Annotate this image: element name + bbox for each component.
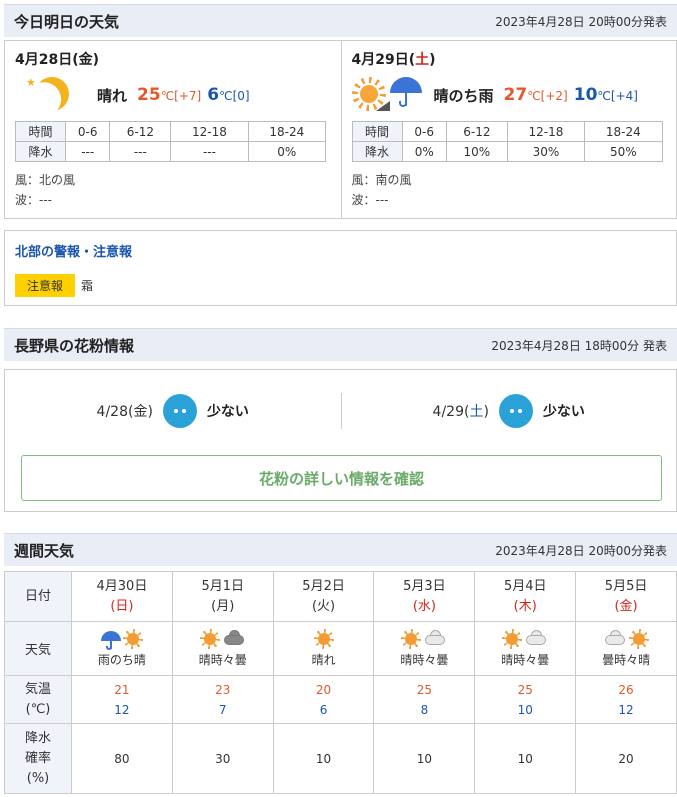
warnings-title-link[interactable]: 北部の警報・注意報 xyxy=(15,241,666,260)
week-weather-cell: 曇時々晴 xyxy=(575,621,677,676)
week-date-cell: 5月2日 (火) xyxy=(272,571,375,622)
sun-icon xyxy=(629,629,650,649)
pollen-day: 4/28(金) 少ない xyxy=(5,394,341,428)
week-date-cell: 5月4日 (木) xyxy=(474,571,577,622)
cloud-icon xyxy=(603,629,627,647)
forecast-date: 4月28日(金) xyxy=(15,52,100,68)
pollen-details-button[interactable]: 花粉の詳しい情報を確認 xyxy=(21,455,662,501)
week-temp-cell: 26 12 xyxy=(575,675,677,724)
pollen-level: 少ない xyxy=(542,404,585,420)
today-section-title: 今日明日の天気 xyxy=(14,12,120,31)
week-pop-cell: 80 xyxy=(71,723,173,794)
week-weather-cell: 晴時々曇 xyxy=(373,621,476,676)
week-temp-cell: 21 12 xyxy=(71,675,173,724)
week-temp-cell: 25 8 xyxy=(373,675,476,724)
pollen-level: 少ない xyxy=(206,404,249,420)
pollen-date: 4/29(土) xyxy=(432,404,489,420)
week-weather-cell: 晴時々曇 xyxy=(171,621,274,676)
today-section-header: 今日明日の天気 2023年4月28日 20時00分発表 xyxy=(4,4,677,37)
week-date-cell: 5月1日 (月) xyxy=(171,571,274,622)
forecast-dow: 金 xyxy=(78,52,93,68)
week-pop-cell: 10 xyxy=(373,723,476,794)
forecast-day-today: 4月28日(金) ★ 晴れ 25℃[+7] 6℃[0] 時間 0-6 6-12 … xyxy=(5,41,341,218)
week-pop-cell: 20 xyxy=(575,723,677,794)
forecast-weather: 晴のち雨 xyxy=(433,86,494,105)
row-label-weather: 天気 xyxy=(4,621,72,676)
forecast-wave: 波：--- xyxy=(15,193,52,207)
pollen-section-title: 長野県の花粉情報 xyxy=(14,336,135,355)
week-pop-cell: 10 xyxy=(272,723,375,794)
rain-chance-table: 時間 0-6 6-12 12-18 18-24 降水 --- --- --- 0… xyxy=(15,121,327,162)
week-weather-cell: 雨のち晴 xyxy=(71,621,173,676)
forecast-high-temp: 25℃[+7] xyxy=(137,85,202,105)
pollen-date: 4/28(金) xyxy=(96,404,153,420)
row-label-date: 日付 xyxy=(4,571,72,622)
moon-icon: ★ xyxy=(15,75,95,115)
pollen-section-header: 長野県の花粉情報 2023年4月28日 18時00分 発表 xyxy=(4,328,677,361)
week-pop-cell: 30 xyxy=(171,723,274,794)
pollen-section-issued: 2023年4月28日 18時00分 発表 xyxy=(491,338,667,353)
advisory-item: 霜 xyxy=(81,279,94,293)
rain-chance-table: 時間 0-6 6-12 12-18 18-24 降水 0% 10% 30% 50… xyxy=(351,121,663,162)
pollen-box: 4/28(金) 少ない 4/29(土) 少ない 花粉の詳しい情報を確認 xyxy=(4,369,677,512)
forecast-low-temp: 6℃[0] xyxy=(207,85,250,105)
sun-then-rain-icon xyxy=(351,75,432,115)
forecast-low-temp: 10℃[+4] xyxy=(573,85,638,105)
forecast-wave: 波：--- xyxy=(351,193,389,207)
weekly-section-title: 週間天気 xyxy=(14,541,75,560)
sun-icon xyxy=(122,629,143,649)
forecast-weather: 晴れ xyxy=(97,86,128,105)
cloud-icon xyxy=(222,629,246,647)
cloud-icon xyxy=(524,629,548,647)
forecast-wind: 風：南の風 xyxy=(351,173,412,187)
forecast-wind: 風：北の風 xyxy=(15,173,76,187)
today-forecast: 4月28日(金) ★ 晴れ 25℃[+7] 6℃[0] 時間 0-6 6-12 … xyxy=(4,40,677,219)
forecast-dow: 土 xyxy=(415,52,430,68)
week-weather-cell: 晴時々曇 xyxy=(474,621,577,676)
sun-icon xyxy=(401,629,422,649)
week-temp-cell: 23 7 xyxy=(171,675,274,724)
pollen-face-icon xyxy=(498,394,533,428)
pollen-face-icon xyxy=(162,394,197,428)
forecast-high-temp: 27℃[+2] xyxy=(503,85,568,105)
week-pop-cell: 10 xyxy=(474,723,577,794)
row-label-temp: 気温 (℃) xyxy=(4,675,72,724)
sun-icon xyxy=(502,629,523,649)
forecast-date: 4月29日(土) xyxy=(351,52,436,68)
week-temp-cell: 25 10 xyxy=(474,675,577,724)
weekly-section-issued: 2023年4月28日 20時00分発表 xyxy=(495,543,667,558)
advisory-badge: 注意報 xyxy=(15,274,76,297)
row-label-pop: 降水 確率 (%) xyxy=(4,723,72,794)
week-date-cell: 4月30日 (日) xyxy=(71,571,173,622)
weekly-section-header: 週間天気 2023年4月28日 20時00分発表 xyxy=(4,533,677,566)
cloud-icon xyxy=(423,629,447,647)
sun-icon xyxy=(199,629,220,649)
week-weather-cell: 晴れ xyxy=(272,621,375,676)
week-temp-cell: 20 6 xyxy=(272,675,375,724)
umbrella-icon xyxy=(100,629,121,651)
warnings-box: 北部の警報・注意報 注意報 霜 xyxy=(4,230,677,306)
weekly-table: 日付 4月30日 (日) 5月1日 (月) 5月2日 (火) 5月3日 (水) 5月4日… xyxy=(4,571,677,794)
forecast-day-tomorrow: 4月29日(土) 晴のち雨 27℃[+2] 10℃[+4] 時間 0-6 6-1… xyxy=(340,41,677,218)
week-date-cell: 5月3日 (水) xyxy=(373,571,476,622)
pollen-day: 4/29(土) 少ない xyxy=(340,393,677,429)
week-date-cell: 5月5日 (金) xyxy=(575,571,677,622)
sun-icon xyxy=(313,629,334,649)
today-section-issued: 2023年4月28日 20時00分発表 xyxy=(495,14,667,29)
